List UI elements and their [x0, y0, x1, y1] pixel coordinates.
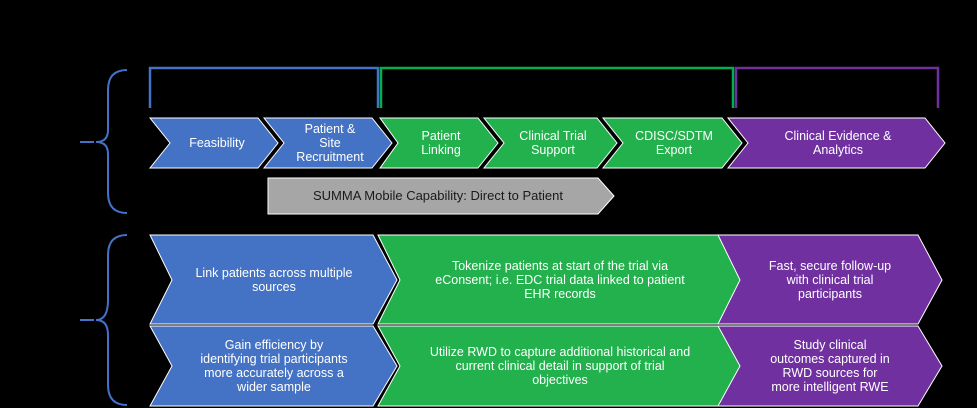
bottom-bracket — [95, 234, 128, 406]
phase-frame-green — [379, 66, 735, 108]
benefit-row1-green-text: Tokenize patients at start of the trial … — [435, 258, 685, 301]
phase-frame-purple — [734, 66, 940, 108]
benefit-row1-purple-text: Fast, secure follow-up with clinical tria… — [768, 258, 892, 301]
step-label-recruitment: Patient & Site Recruitment — [296, 122, 364, 164]
phase-frame-blue — [148, 66, 380, 108]
benefit-row2-purple-text: Study clinical outcomes captured in RWD so… — [770, 338, 890, 394]
mobile-capability-label: SUMMA Mobile Capability: Direct to Patie… — [313, 188, 563, 203]
step-label-feasibility: Feasibility — [189, 136, 245, 150]
step-label-trial-support: Clinical Trial Support — [519, 129, 587, 157]
benefit-row2-blue-text: Gain efficiency by identifying trial part… — [200, 338, 348, 394]
top-bracket — [95, 69, 128, 214]
step-label-export: CDISC/SDTM Export — [635, 129, 713, 157]
benefit-row1-blue-text: Link patients across multiple sources — [195, 265, 353, 294]
step-label-linking: Patient Linking — [421, 129, 461, 157]
benefit-row2-green-text: Utilize RWD to capture additional histor… — [429, 345, 691, 387]
step-label-analytics: Clinical Evidence & Analytics — [784, 129, 892, 157]
